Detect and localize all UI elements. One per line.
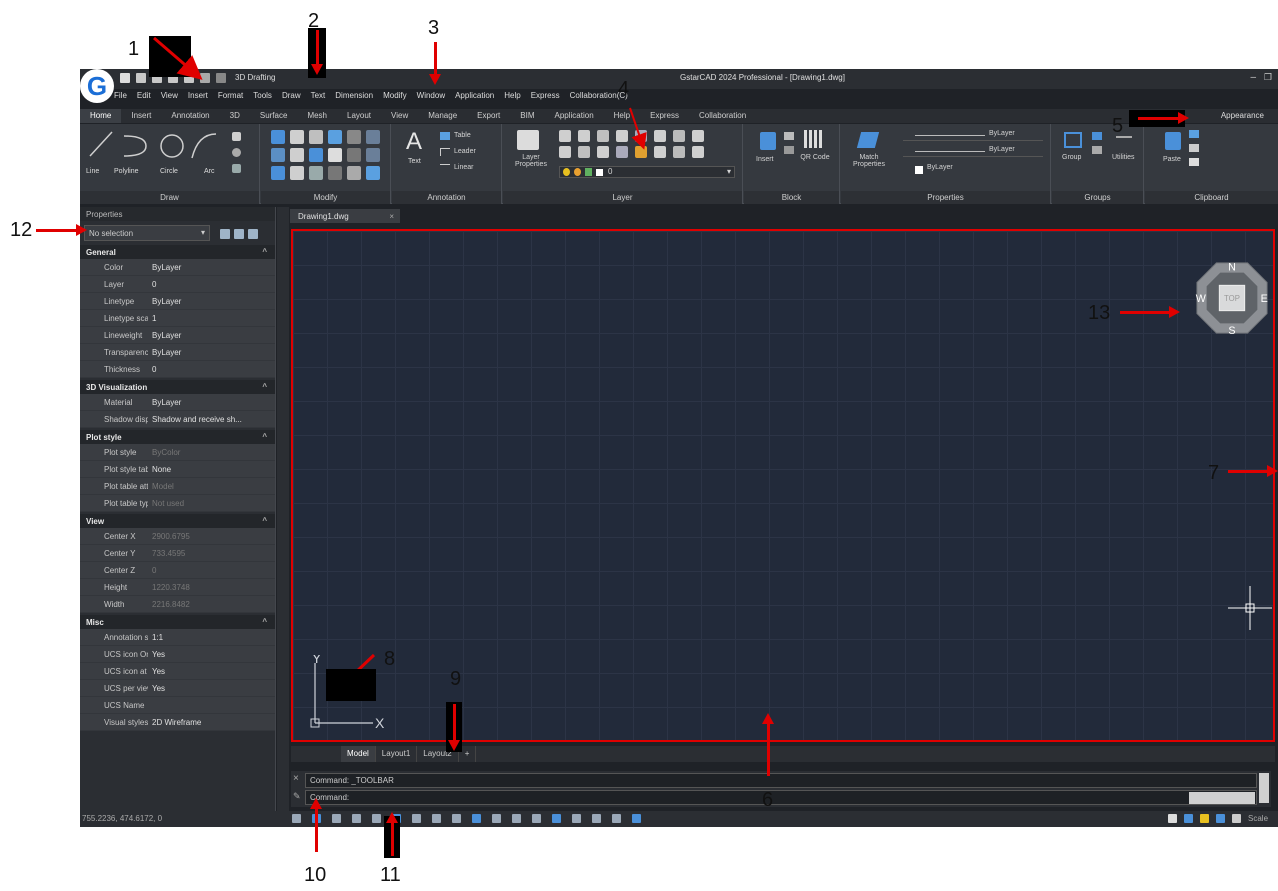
annotation-arrow-7 xyxy=(1228,470,1268,473)
annotation-arrowhead-9 xyxy=(448,740,460,751)
annotation-arrow-3 xyxy=(434,42,437,74)
screenshot: 3D Drafting GstarCAD 2024 Professional -… xyxy=(0,0,1278,891)
annotation-arrows xyxy=(153,36,647,698)
annotation-label-8: 8 xyxy=(384,648,396,670)
annotation-arrowhead-13 xyxy=(1169,306,1180,318)
annotation-arrow-9 xyxy=(453,704,456,742)
annotation-label-12: 12 xyxy=(10,219,33,241)
annotation-arrow-10 xyxy=(315,808,318,852)
annotation-arrowhead-7 xyxy=(1267,465,1278,477)
annotation-label-3: 3 xyxy=(428,17,440,39)
annotation-arrow-5 xyxy=(1138,117,1180,120)
annotation-arrowhead-11 xyxy=(386,812,398,823)
annotation-label-5: 5 xyxy=(1112,115,1124,137)
annotation-label-13: 13 xyxy=(1088,302,1111,324)
annotation-arrow-6 xyxy=(767,724,770,776)
annotation-label-7: 7 xyxy=(1208,462,1220,484)
annotation-arrow-11 xyxy=(391,822,394,856)
annotation-label-9: 9 xyxy=(450,668,462,690)
annotation-label-1: 1 xyxy=(128,38,140,60)
annotation-arrowhead-3 xyxy=(429,74,441,85)
annotation-label-2: 2 xyxy=(308,10,320,32)
annotation-arrowhead-12 xyxy=(76,224,87,236)
annotation-arrowhead-6 xyxy=(762,713,774,724)
redaction-block xyxy=(326,669,376,701)
annotation-arrow-12 xyxy=(36,229,78,232)
annotation-label-10: 10 xyxy=(304,864,327,886)
annotation-arrowhead-10 xyxy=(310,798,322,809)
app-logo[interactable]: G xyxy=(80,69,114,103)
annotation-arrow-2 xyxy=(316,30,319,66)
annotation-label-11: 11 xyxy=(380,864,401,886)
annotation-label-4: 4 xyxy=(618,78,630,100)
annotation-arrow-13 xyxy=(1120,311,1170,314)
annotation-arrowhead-2 xyxy=(311,64,323,75)
annotation-arrowhead-5 xyxy=(1178,112,1189,124)
annotation-label-6: 6 xyxy=(762,789,774,811)
